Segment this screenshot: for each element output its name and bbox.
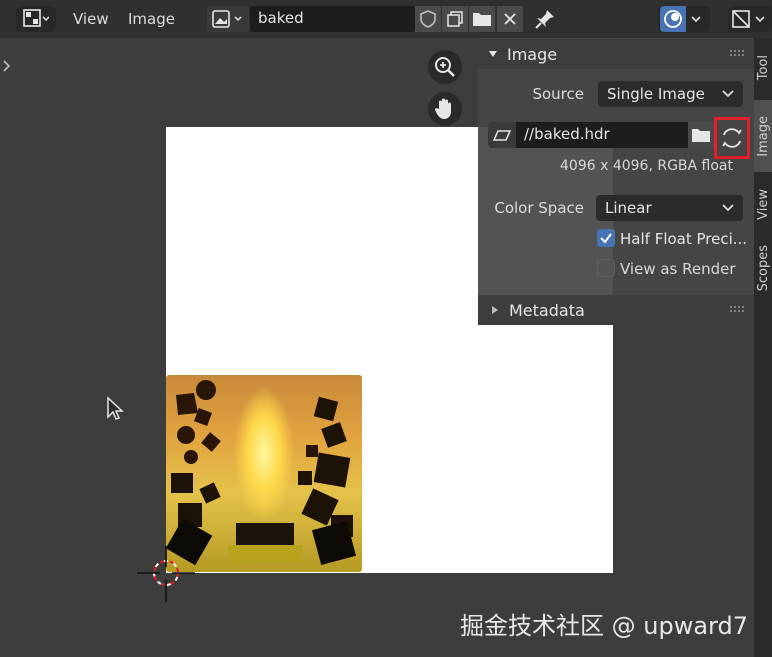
zoom-icon — [435, 57, 455, 77]
image-browse-icon — [212, 10, 242, 28]
duplicate-button[interactable] — [442, 6, 468, 32]
image-info-text: 4096 x 4096, RGBA float — [560, 158, 734, 174]
drag-handle-icon[interactable] — [729, 49, 745, 57]
tab-view[interactable]: View — [754, 174, 772, 234]
tab-scopes[interactable]: Scopes — [754, 236, 772, 300]
chevron-down-icon — [722, 90, 734, 98]
collapse-right-icon — [492, 306, 498, 314]
zoom-button[interactable] — [428, 50, 462, 84]
display-channels-icon — [732, 10, 765, 28]
display-channels-button[interactable] — [728, 6, 772, 32]
view-as-render-label[interactable]: View as Render — [620, 260, 736, 278]
reload-icon — [722, 128, 742, 148]
menu-view[interactable]: View — [73, 10, 109, 28]
pin-icon — [535, 10, 554, 29]
image-editor-icon — [23, 9, 49, 27]
half-float-checkbox[interactable] — [597, 229, 615, 247]
2d-cursor-icon[interactable] — [137, 546, 197, 602]
chevron-down-icon — [691, 16, 701, 23]
checkmark-icon — [600, 233, 612, 244]
duplicate-icon — [447, 11, 463, 27]
filepath-browse-button[interactable] — [688, 122, 714, 148]
mouse-pointer-icon — [107, 396, 124, 420]
folder-icon — [692, 129, 710, 142]
color-space-dropdown[interactable]: Linear — [596, 195, 743, 221]
image-name-field[interactable]: baked — [250, 6, 415, 32]
metadata-panel-header[interactable]: Metadata — [478, 295, 754, 325]
fake-user-button[interactable] — [415, 6, 441, 32]
collapse-down-icon — [489, 51, 497, 57]
view-as-render-checkbox[interactable] — [597, 259, 615, 277]
half-float-label[interactable]: Half Float Preci... — [620, 230, 747, 248]
open-image-button[interactable] — [469, 6, 495, 32]
folder-icon — [473, 13, 491, 26]
source-label: Source — [532, 85, 584, 103]
fake-user-shield-icon — [420, 10, 436, 28]
header-bar: View Image baked — [0, 0, 772, 38]
source-dropdown[interactable]: Single Image — [598, 81, 743, 107]
chevron-down-icon — [722, 204, 734, 212]
reload-image-button[interactable] — [714, 117, 750, 159]
color-space-label: Color Space — [494, 199, 584, 217]
toolbar-expand-icon[interactable] — [3, 60, 11, 72]
package-icon — [492, 130, 512, 141]
image-panel-header[interactable]: Image — [478, 39, 754, 69]
color-space-value: Linear — [605, 199, 652, 217]
tab-image[interactable]: Image — [754, 100, 772, 172]
hand-pan-icon — [434, 98, 451, 119]
source-value: Single Image — [607, 85, 705, 103]
metadata-panel-title: Metadata — [509, 300, 585, 320]
filepath-field[interactable]: //baked.hdr — [516, 122, 688, 148]
baked-texture-preview — [166, 375, 362, 572]
close-icon — [504, 13, 516, 25]
overlay-button[interactable] — [658, 6, 710, 32]
image-browse-button[interactable] — [207, 6, 249, 32]
image-properties-panel: Image Source Single Image //baked.hdr 40… — [478, 38, 754, 325]
pin-button[interactable] — [534, 8, 556, 34]
editor-type-button[interactable] — [16, 6, 56, 32]
tab-tool[interactable]: Tool — [754, 38, 772, 98]
image-panel-title: Image — [507, 44, 558, 64]
menu-image[interactable]: Image — [128, 10, 175, 28]
unlink-image-button[interactable] — [497, 6, 523, 32]
sidebar-tabs: Tool Image View Scopes — [754, 38, 772, 657]
overlay-icon — [664, 10, 682, 28]
pan-button[interactable] — [428, 92, 462, 126]
watermark-text: 掘金技术社区 @ upward7 — [460, 612, 748, 640]
pack-image-button[interactable] — [488, 122, 516, 148]
drag-handle-icon[interactable] — [729, 305, 745, 313]
